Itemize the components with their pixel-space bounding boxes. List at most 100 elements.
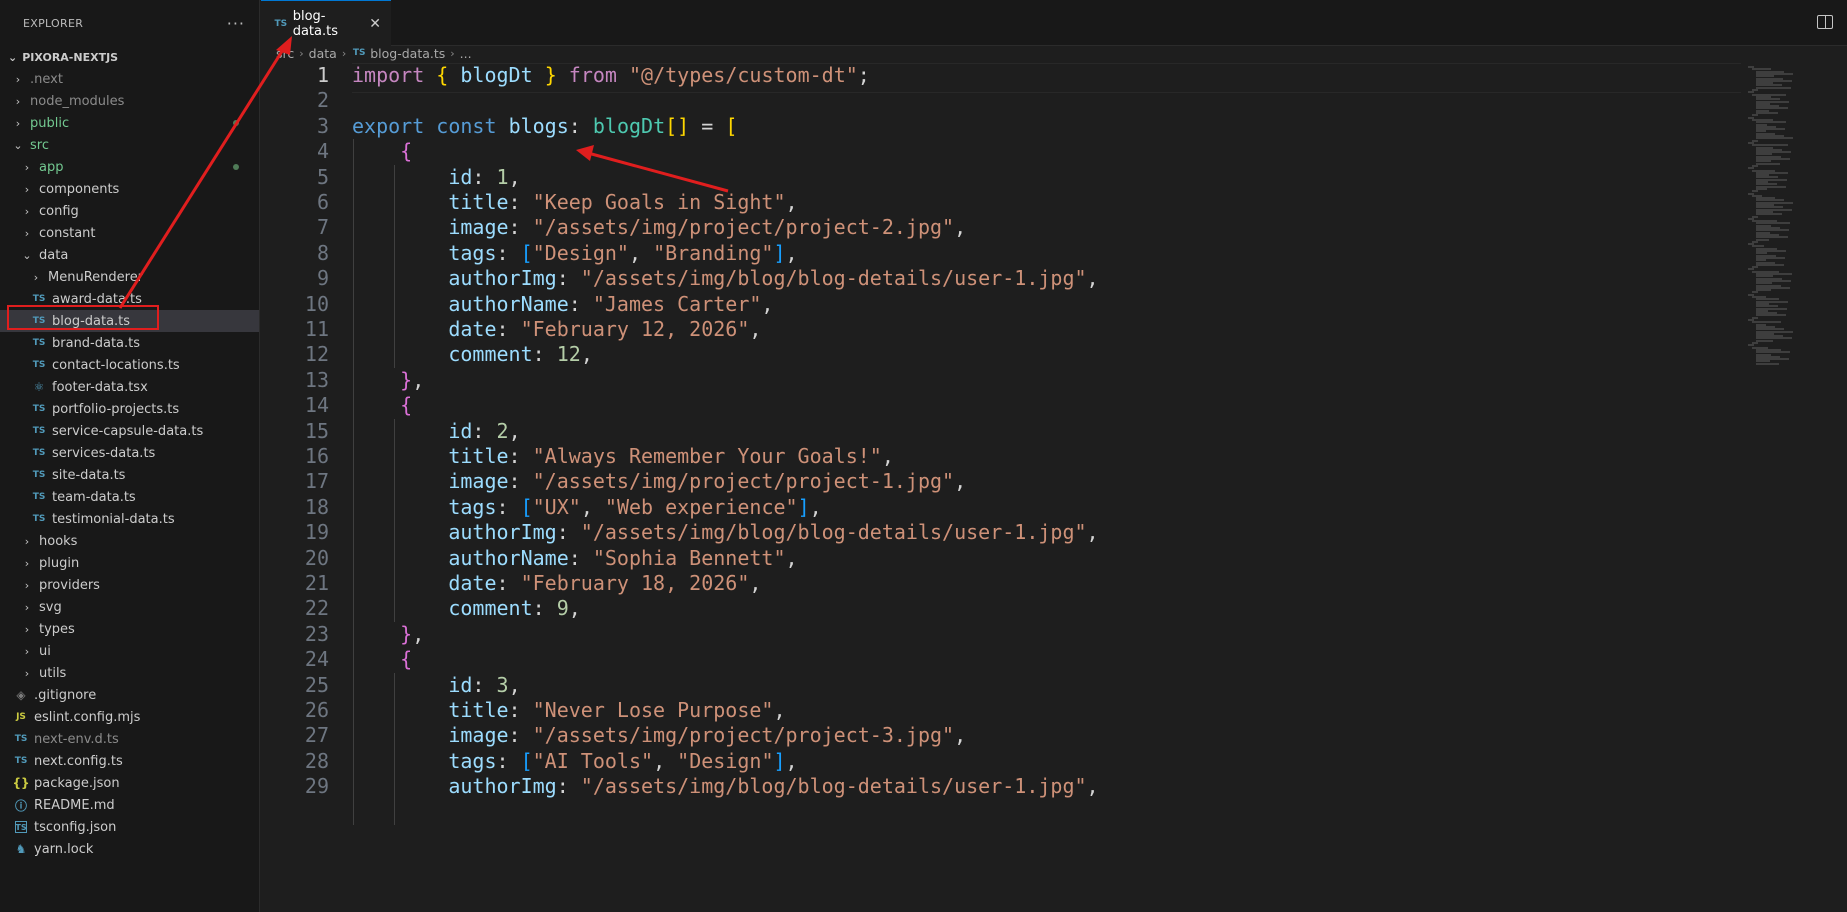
code-token: ,: [809, 494, 822, 519]
chevron-right-icon: ›: [24, 578, 30, 592]
split-editor-icon[interactable]: [1817, 15, 1833, 29]
chevron-right-icon: ›: [24, 182, 30, 196]
code-token: ,: [749, 317, 762, 341]
tab-blog-data[interactable]: TS blog-data.ts ✕: [261, 0, 391, 46]
tree-file[interactable]: TS brand-data.ts: [0, 332, 259, 354]
code-text: id: 2,: [352, 418, 521, 443]
line-number: 15: [304, 418, 329, 443]
close-icon[interactable]: ✕: [369, 16, 381, 32]
chevron-down-icon: ⌄: [22, 248, 32, 262]
tree-file[interactable]: TS site-data.ts: [0, 464, 259, 486]
tree-file[interactable]: TS service-capsule-data.ts: [0, 420, 259, 442]
minimap-line: [1756, 213, 1782, 216]
chevron-right-icon: ›: [341, 46, 347, 60]
line-number: 26: [304, 698, 329, 722]
minimap-line: [1756, 339, 1773, 342]
react-file-icon: ⚛: [33, 380, 45, 394]
tree-file[interactable]: ◈ .gitignore: [0, 684, 259, 706]
tree-file[interactable]: TS services-data.ts: [0, 442, 259, 464]
more-actions-icon[interactable]: ···: [227, 14, 245, 33]
code-token: ,: [1086, 266, 1099, 291]
line-number: 19: [304, 520, 329, 545]
tree-folder[interactable]: › config: [0, 200, 259, 222]
tree-file[interactable]: {} package.json: [0, 772, 259, 794]
git-status-dot: [233, 164, 239, 170]
tree-item-label: .next: [30, 71, 63, 87]
code-token: :: [496, 494, 521, 519]
tree-folder[interactable]: › .next: [0, 68, 259, 90]
tree-file[interactable]: TS next-env.d.ts: [0, 728, 259, 750]
code-token: "/assets/img/project/project-2.jpg": [532, 215, 955, 240]
tree-file[interactable]: ⓘ README.md: [0, 794, 259, 816]
code-token: [: [725, 113, 738, 138]
tree-folder[interactable]: ⌄ data: [0, 244, 259, 266]
code-token: :: [532, 342, 557, 367]
tree-folder[interactable]: › components: [0, 178, 259, 200]
code-token: :: [496, 240, 521, 265]
tree-file[interactable]: TS testimonial-data.ts: [0, 508, 259, 530]
tree-folder[interactable]: ⌄ src: [0, 134, 259, 156]
breadcrumb-src[interactable]: src: [276, 46, 294, 61]
tree-file[interactable]: JS eslint.config.mjs: [0, 706, 259, 728]
code-text: authorImg: "/assets/img/blog/blog-detail…: [352, 774, 1098, 798]
breadcrumb-data[interactable]: data: [309, 46, 337, 61]
tree-item-label: .gitignore: [34, 687, 97, 703]
chevron-right-icon: ›: [24, 556, 30, 570]
indent-guide: [394, 418, 395, 622]
typescript-file-icon: TS: [32, 426, 46, 436]
tree-file[interactable]: TS team-data.ts: [0, 486, 259, 508]
tree-item-label: service-capsule-data.ts: [52, 423, 204, 439]
tree-folder[interactable]: › public: [0, 112, 259, 134]
code-line[interactable]: 29 authorImg: "/assets/img/blog/blog-det…: [261, 771, 1741, 801]
code-token: :: [556, 266, 581, 291]
code-editor[interactable]: 1 import { blogDt } from "@/types/custom-…: [261, 62, 1741, 912]
code-token: ,: [412, 367, 425, 392]
tree-folder[interactable]: › MenuRenderer: [0, 266, 259, 288]
tree-folder[interactable]: › hooks: [0, 530, 259, 552]
code-text: {: [352, 647, 412, 671]
tree-folder[interactable]: › plugin: [0, 552, 259, 574]
indent-guide: [394, 672, 395, 825]
line-number: 23: [304, 621, 329, 646]
code-token: authorImg: [448, 266, 557, 291]
tree-file[interactable]: TS blog-data.ts: [0, 310, 259, 332]
project-root[interactable]: ⌄ PIXORA-NEXTJS: [0, 46, 259, 68]
tree-folder[interactable]: › ui: [0, 640, 259, 662]
code-text: image: "/assets/img/project/project-3.jp…: [352, 723, 966, 747]
breadcrumb: src › data › TS blog-data.ts › ...: [276, 42, 472, 64]
code-token: "Always Remember Your Goals!": [532, 444, 882, 468]
tree-file[interactable]: TS award-data.ts: [0, 288, 259, 310]
tree-folder[interactable]: › utils: [0, 662, 259, 684]
code-text: id: 3,: [352, 673, 520, 697]
tree-file[interactable]: ♞ yarn.lock: [0, 838, 259, 860]
code-token: authorImg: [448, 520, 557, 545]
minimap-line: [1756, 86, 1791, 89]
tree-folder[interactable]: › app: [0, 156, 259, 178]
code-token: ,: [580, 494, 605, 519]
tree-folder[interactable]: › constant: [0, 222, 259, 244]
code-token: 12: [556, 342, 581, 367]
tree-file[interactable]: TS tsconfig.json: [0, 816, 259, 838]
tree-file[interactable]: ⚛ footer-data.tsx: [0, 376, 259, 398]
code-token: ,: [761, 291, 774, 316]
tree-folder[interactable]: › svg: [0, 596, 259, 618]
minimap[interactable]: [1746, 62, 1847, 912]
tree-file[interactable]: TS portfolio-projects.ts: [0, 398, 259, 420]
tree-file[interactable]: TS next.config.ts: [0, 750, 259, 772]
code-token: ,: [412, 621, 425, 646]
code-token: [: [520, 494, 533, 519]
tree-folder[interactable]: › node_modules: [0, 90, 259, 112]
line-number: 17: [304, 469, 329, 494]
code-token: ,: [508, 418, 521, 443]
file-tree: › .next › node_modules › public ⌄ src › app › compo…: [0, 68, 259, 860]
tree-item-label: node_modules: [30, 93, 125, 109]
tree-folder[interactable]: › providers: [0, 574, 259, 596]
tree-file[interactable]: TS contact-locations.ts: [0, 354, 259, 376]
line-number: 22: [304, 596, 329, 621]
line-number: 28: [304, 748, 329, 773]
line-number: 20: [304, 545, 329, 570]
tree-folder[interactable]: › types: [0, 618, 259, 640]
breadcrumb-file[interactable]: blog-data.ts: [370, 46, 445, 61]
breadcrumb-symbol[interactable]: ...: [460, 46, 472, 61]
